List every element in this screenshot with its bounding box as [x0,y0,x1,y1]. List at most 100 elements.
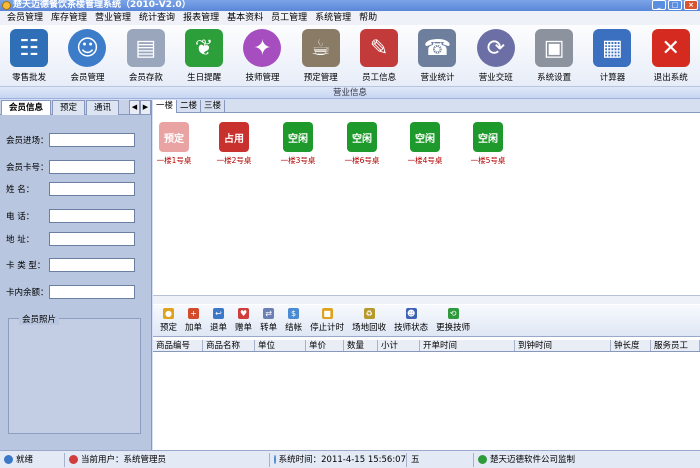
menu-basic-data[interactable]: 基本资料 [223,11,267,25]
desk-status: 预定 [159,122,189,152]
tech-status-icon: ☻ [405,308,417,319]
toolbar-business-stats-button[interactable]: ☎ 营业统计 [408,25,466,87]
form-row-address: 地 址： [6,231,135,247]
reserve-icon: ● [163,308,174,319]
member-entry-field[interactable] [49,133,135,147]
menu-statistics[interactable]: 统计查询 [135,11,179,25]
member-address-field[interactable] [49,232,135,246]
table-layout-scrollbar[interactable] [153,295,700,304]
menu-bar: 会员管理 库存管理 营业管理 统计查询 报表管理 基本资料 员工管理 系统管理 … [0,11,700,25]
desk-name: 一楼6号桌 [344,156,380,165]
member-name-field[interactable] [49,182,135,196]
ready-icon [4,455,13,464]
reserve-button[interactable]: ● 预定 [156,305,181,336]
desk-name: 一楼1号桌 [156,156,192,165]
desk-name: 一楼2号桌 [216,156,252,165]
desk-item[interactable]: 空闲 一楼4号桌 [400,122,450,166]
close-button[interactable]: × [684,0,698,10]
column-header[interactable]: 数量 [344,340,378,351]
gift-icon: ♥ [238,308,250,319]
column-header[interactable]: 小计 [378,340,420,351]
order-items-grid: 商品编号 商品名称 单位 单价 数量 小计 开单时间 到钟时间 钟长度 服务员工 [153,340,700,450]
checkout-button[interactable]: $ 结帐 [281,305,306,336]
toolbar-technician-button[interactable]: ✦ 技师管理 [233,25,291,87]
stop-timer-button[interactable]: ■ 停止计时 [306,305,348,336]
tab-reservation[interactable]: 预定 [52,100,86,115]
menu-staff[interactable]: 员工管理 [267,11,311,25]
tab-floor-2[interactable]: 二楼 [177,100,202,113]
desk-status: 空闲 [347,122,377,152]
desk-item[interactable]: 空闲一楼6号桌 [337,122,387,166]
maximize-button[interactable]: □ [668,0,682,10]
member-phone-field[interactable] [49,209,135,223]
floor-tab-strip: 一楼 二楼 三楼 [153,100,700,113]
transfer-order-button[interactable]: ⇄ 转单 [256,305,281,336]
user-group-icon: ☷ [10,29,49,67]
tab-contact[interactable]: 通讯 [86,100,120,115]
menu-business[interactable]: 营业管理 [91,11,135,25]
technician-status-button[interactable]: ☻ 技师状态 [390,305,432,336]
menu-system[interactable]: 系统管理 [311,11,355,25]
column-header[interactable]: 商品名称 [203,340,255,351]
desk-name: 一楼3号桌 [280,156,316,165]
column-header[interactable]: 开单时间 [420,340,515,351]
menu-help[interactable]: 帮助 [355,11,381,25]
toolbar-staff-button[interactable]: ✎ 员工信息 [350,25,408,87]
toolbar-shift-button[interactable]: ⟳ 营业交班 [467,25,525,87]
left-tab-strip: 会员信息 预定 通讯 ◀ ▶ [0,100,151,115]
leaf-icon: ❦ [185,29,224,67]
desk-item[interactable]: 占用一楼2号桌 [209,122,259,166]
user-icon [69,455,78,464]
app-icon [2,1,11,10]
add-order-icon: + [188,308,200,319]
shift-icon: ⟳ [476,29,515,67]
toolbar-reservation-button[interactable]: ☕ 预定管理 [292,25,350,87]
toolbar-birthday-button[interactable]: ❦ 生日提醒 [175,25,233,87]
venue-recycle-button[interactable]: ♻ 场地回收 [348,305,390,336]
column-header[interactable]: 商品编号 [153,340,203,351]
menu-member[interactable]: 会员管理 [3,11,47,25]
staff-icon: ✎ [360,29,399,67]
menu-reports[interactable]: 报表管理 [179,11,223,25]
toolbar-calculator-button[interactable]: ▦ 计算器 [583,25,641,87]
desk-status: 占用 [219,122,249,152]
change-technician-button[interactable]: ⟲ 更换技师 [432,305,474,336]
return-order-button[interactable]: ↩ 退单 [206,305,231,336]
notepad-icon: ▦ [593,29,632,67]
tab-scroll-arrows: ◀ ▶ [129,100,151,115]
column-header[interactable]: 钟长度 [611,340,651,351]
form-row-name: 姓 名： [6,181,135,197]
tab-floor-3[interactable]: 三楼 [201,100,226,113]
column-header[interactable]: 单价 [306,340,344,351]
technician-icon: ✦ [243,29,282,67]
menu-inventory[interactable]: 库存管理 [47,11,91,25]
tab-member-info[interactable]: 会员信息 [1,100,52,115]
window-title: 楚天迈德餐饮茶楼管理系统（2010-V2.0） [13,0,191,10]
transfer-icon: ⇄ [263,308,275,319]
tab-scroll-left-icon[interactable]: ◀ [129,100,140,115]
member-card-field[interactable] [49,160,135,174]
desk-item[interactable]: 预定一楼1号桌 [149,122,199,166]
exit-icon: ✕ [651,29,690,67]
column-header[interactable]: 服务员工 [651,340,700,351]
gift-order-button[interactable]: ♥ 赠单 [231,305,256,336]
add-order-button[interactable]: + 加单 [181,305,206,336]
toolbar-settings-button[interactable]: ▣ 系统设置 [525,25,583,87]
desk-item[interactable]: 空闲 一楼5号桌 [463,122,513,166]
minimize-button[interactable]: _ [652,0,666,10]
member-card-type-field[interactable] [49,258,135,272]
tab-floor-1[interactable]: 一楼 [153,100,178,113]
member-balance-field[interactable] [49,285,135,299]
toolbar-deposit-button[interactable]: ▤ 会员存款 [117,25,175,87]
column-header[interactable]: 单位 [255,340,306,351]
form-row-phone: 电 话： [6,208,135,224]
window-controls: _ □ × [652,0,698,10]
toolbar-members-button[interactable]: ☺ 会员管理 [58,25,116,87]
form-row-balance: 卡内余额： [6,284,135,300]
column-header[interactable]: 到钟时间 [515,340,611,351]
toolbar-exit-button[interactable]: ✕ 退出系统 [642,25,700,87]
desk-item[interactable]: 空闲 一楼3号桌 [273,122,323,166]
toolbar-retail-button[interactable]: ☷ 零售批发 [0,25,58,87]
tab-scroll-right-icon[interactable]: ▶ [140,100,151,115]
form-row-entry: 会员进场： [6,132,135,148]
